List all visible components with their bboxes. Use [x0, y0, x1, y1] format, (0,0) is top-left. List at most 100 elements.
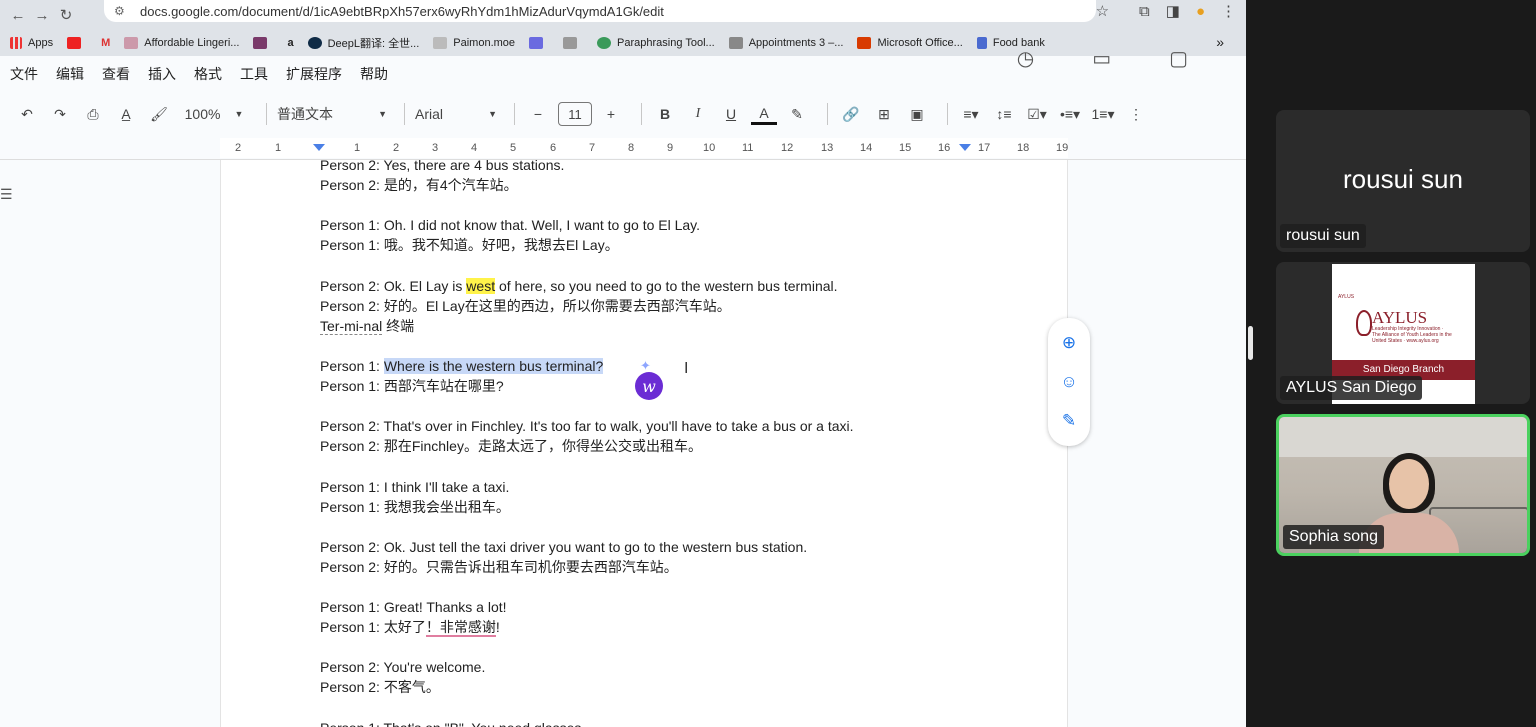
bulleted-list-icon[interactable]: •≡▾ [1057, 100, 1083, 128]
align-icon[interactable]: ≡▾ [958, 100, 984, 128]
profile-avatar-icon[interactable]: ● [1196, 3, 1205, 20]
ruler-tick: 18 [1017, 142, 1030, 154]
participant-tile[interactable]: rousui sun rousui sun [1276, 110, 1530, 252]
add-comment-icon[interactable]: ⊞ [871, 100, 897, 128]
highlight-color-icon[interactable]: ✎ [784, 100, 810, 128]
comments-icon[interactable]: ▭ [1092, 46, 1111, 71]
bookmark-gmail[interactable]: M [101, 37, 110, 49]
bookmark-paimon[interactable]: Paimon.moe [433, 37, 515, 49]
ruler-tick: 6 [550, 142, 557, 154]
increase-font-size-icon[interactable]: + [598, 100, 624, 128]
menu-kebab-icon[interactable]: ⋮ [1221, 2, 1236, 20]
star-icon[interactable]: ☆ [1096, 2, 1109, 20]
bookmark-extra-1[interactable] [529, 37, 549, 49]
highlighted-word: west [466, 277, 496, 294]
menu-view[interactable]: 查看 [102, 64, 130, 84]
extensions-icon[interactable]: ⧉ [1139, 3, 1150, 20]
menu-help[interactable]: 帮助 [360, 64, 388, 84]
history-icon[interactable]: ◷ [1017, 46, 1034, 71]
participant-tile[interactable]: AYLUS AYLUS Leadership Integrity Innovat… [1276, 262, 1530, 404]
print-icon[interactable]: ⎙ [80, 100, 106, 128]
resize-handle[interactable] [1248, 326, 1253, 360]
line-spacing-icon[interactable]: ↕≡ [991, 100, 1017, 128]
meet-icon[interactable]: ▢ [1169, 46, 1188, 71]
spell-flagged-text: ！非常感谢 [425, 619, 496, 638]
selected-text[interactable]: Where is the western bus terminal? [383, 357, 604, 374]
bookmark-affordable[interactable]: Affordable Lingeri... [124, 37, 239, 49]
docs-menubar: 文件 编辑 查看 插入 格式 工具 扩展程序 帮助 ◷ ▭ ▢ [0, 48, 1246, 92]
toolbar-divider [514, 103, 515, 125]
redo-icon[interactable]: ↷ [47, 100, 73, 128]
bookmark-cr[interactable] [253, 37, 273, 49]
doc-text: ! [495, 619, 500, 636]
document-body[interactable]: Person 2: Yes, there are 4 bus stations.… [320, 155, 1020, 727]
text-color-icon[interactable]: A [751, 103, 777, 125]
bookmark-deepl[interactable]: DeepL翻译: 全世... [307, 35, 419, 51]
toolbar-divider [641, 103, 642, 125]
participant-name-placeholder: rousui sun [1343, 164, 1463, 194]
logo-subtitle: Leadership Integrity Innovation · The Al… [1372, 326, 1452, 344]
menu-edit[interactable]: 编辑 [56, 64, 84, 84]
calendar-icon [728, 37, 743, 49]
bookmark-extra-2[interactable] [563, 37, 583, 49]
address-bar[interactable]: ⚙ docs.google.com/document/d/1icA9ebtBRp… [104, 0, 1096, 22]
insert-link-icon[interactable]: 🔗 [838, 100, 864, 128]
docs-header-actions: ◷ ▭ ▢ [1017, 46, 1206, 71]
menu-file[interactable]: 文件 [10, 64, 38, 84]
menu-insert[interactable]: 插入 [148, 64, 176, 84]
indent-marker-icon[interactable] [313, 144, 325, 151]
emoji-reaction-icon[interactable]: ☺ [1058, 371, 1080, 393]
reload-icon[interactable]: ↻ [54, 3, 78, 27]
menu-extensions[interactable]: 扩展程序 [286, 64, 342, 84]
avatar-icon [563, 37, 578, 49]
sidepanel-icon[interactable]: ◨ [1166, 2, 1180, 20]
doc-line: Person 2: That's over in Finchley. It's … [320, 418, 854, 435]
bookmark-paraphrasing[interactable]: Paraphrasing Tool... [597, 37, 715, 49]
add-comment-icon[interactable]: ⊕ [1058, 332, 1080, 354]
undo-icon[interactable]: ↶ [14, 100, 40, 128]
right-indent-marker-icon[interactable] [959, 144, 971, 151]
doc-blank-line [320, 456, 1020, 476]
paint-format-icon[interactable]: 🖌 [146, 100, 172, 128]
numbered-list-icon[interactable]: 1≡▾ [1090, 100, 1116, 128]
font-select[interactable]: Arial ▼ [415, 100, 497, 128]
menu-tools[interactable]: 工具 [240, 64, 268, 84]
screen-share: ← → ↻ ⚙ docs.google.com/document/d/1icA9… [0, 0, 1246, 727]
participant-tile-active-speaker[interactable]: Sophia song [1276, 414, 1530, 556]
bold-icon[interactable]: B [652, 100, 678, 128]
bookmark-office[interactable]: Microsoft Office... [857, 37, 963, 49]
style-select[interactable]: 普通文本 ▼ [277, 100, 387, 128]
back-icon[interactable]: ← [6, 3, 30, 27]
paimon-icon [433, 37, 448, 49]
underline-icon[interactable]: U [718, 100, 744, 128]
more-options-icon[interactable]: ⋮ [1123, 100, 1149, 128]
doc-line: Person 1: 太好了！非常感谢! [320, 617, 1020, 638]
doc-text: Person 1: [320, 357, 384, 374]
bookmark-youtube[interactable] [67, 37, 87, 49]
ruler-tick: 19 [1056, 142, 1069, 154]
zoom-select[interactable]: 100% ▼ [179, 100, 249, 128]
font-size-input[interactable]: 11 [558, 102, 592, 126]
spellcheck-icon[interactable]: A̲ [113, 100, 139, 128]
bookmark-amazon[interactable]: a [287, 37, 293, 49]
site-info-icon[interactable]: ⚙ [114, 4, 130, 18]
bookmark-apps[interactable]: Apps [10, 37, 53, 49]
writing-assistant-icon[interactable]: w [635, 372, 663, 400]
doc-text: Person 1: 太好了 [320, 619, 426, 636]
document-outline-icon[interactable]: ☰ [0, 186, 13, 203]
doc-line: Person 2: 好的。El Lay在这里的西边，所以你需要去西部汽车站。 [320, 297, 731, 314]
ruler-tick: 1 [354, 142, 361, 154]
decrease-font-size-icon[interactable]: − [525, 100, 551, 128]
forward-icon[interactable]: → [30, 3, 54, 27]
bookmarks-overflow-icon[interactable]: » [1216, 34, 1224, 50]
insert-image-icon[interactable]: ▣ [904, 100, 930, 128]
bookmark-appointments[interactable]: Appointments 3 –... [728, 37, 843, 49]
cr-icon [253, 37, 268, 49]
office-icon [857, 37, 872, 49]
italic-icon[interactable]: I [685, 100, 711, 128]
suggest-edit-icon[interactable]: ✎ [1058, 410, 1080, 432]
menu-format[interactable]: 格式 [194, 64, 222, 84]
checklist-icon[interactable]: ☑▾ [1024, 100, 1050, 128]
ruler-tick: 2 [393, 142, 400, 154]
floating-action-bar: ⊕ ☺ ✎ [1048, 318, 1090, 446]
